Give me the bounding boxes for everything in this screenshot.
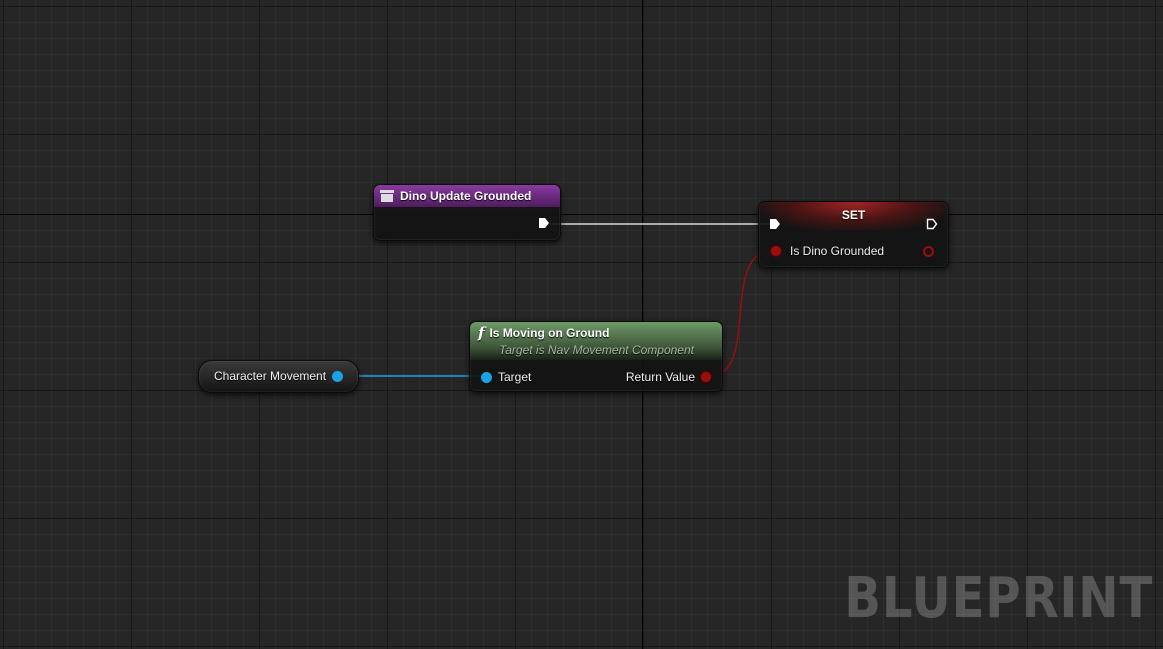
object-pin-icon (332, 370, 344, 382)
return-value-pin-label: Return Value (625, 370, 695, 384)
graph-origin-horizontal-axis (0, 214, 1163, 215)
event-node-dino-update-grounded[interactable]: Dino Update Grounded (373, 184, 561, 241)
function-return-value-output-pin[interactable]: Return Value (626, 370, 711, 384)
function-target-input-pin[interactable]: Target (481, 370, 531, 384)
exec-out-hollow-arrow-icon (926, 218, 938, 230)
set-exec-out-pin[interactable] (926, 218, 938, 230)
event-node-title: Dino Update Grounded (400, 189, 532, 203)
blueprint-watermark: BLUEPRINT (844, 566, 1153, 631)
exec-in-arrow-icon (770, 219, 780, 229)
set-node[interactable]: SET Is Dino Grounded (758, 201, 949, 268)
variable-output-pin[interactable]: Character Movement (214, 369, 344, 383)
set-is-dino-grounded-input-pin[interactable]: Is Dino Grounded (771, 244, 884, 258)
function-node-title: Is Moving on Ground (489, 326, 610, 340)
set-node-title: SET (841, 208, 866, 222)
bool-pin-hollow-icon (923, 246, 934, 257)
event-node-header: Dino Update Grounded (374, 185, 560, 207)
exec-out-arrow-icon (539, 218, 549, 228)
object-pin-icon (481, 371, 492, 383)
variable-label: Character Movement (214, 369, 327, 383)
set-exec-in-pin[interactable] (769, 218, 781, 230)
function-node-subtitle: Target is Nav Movement Component (499, 343, 694, 357)
set-is-dino-grounded-output-pin[interactable] (923, 246, 934, 257)
function-node-is-moving-on-ground[interactable]: f Is Moving on Ground Target is Nav Move… (469, 321, 723, 392)
function-node-header: f Is Moving on Ground Target is Nav Move… (470, 322, 722, 360)
bool-pin-filled-icon (771, 246, 781, 256)
function-icon: f (478, 324, 485, 342)
set-input-label: Is Dino Grounded (790, 244, 885, 258)
event-exec-out-pin[interactable] (538, 217, 550, 229)
variable-node-character-movement[interactable]: Character Movement (198, 360, 359, 393)
event-icon (380, 190, 394, 202)
blueprint-graph-canvas[interactable]: Dino Update Grounded SET Is Dino Grounde… (0, 0, 1163, 649)
bool-pin-filled-icon (701, 372, 711, 382)
set-node-header: SET (759, 202, 948, 230)
target-pin-label: Target (498, 370, 532, 384)
